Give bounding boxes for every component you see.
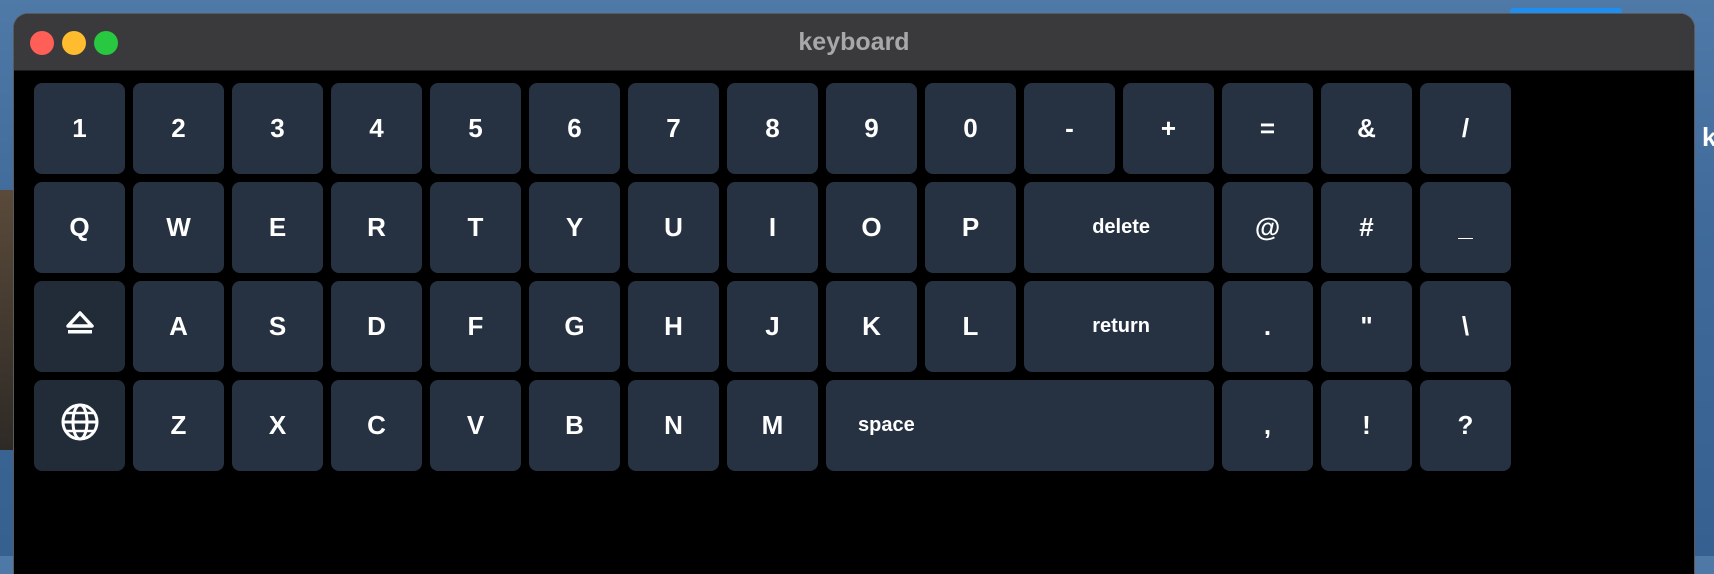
key-2[interactable]: 2 [133, 83, 224, 174]
key-x[interactable]: X [232, 380, 323, 471]
return-key[interactable]: return [1024, 281, 1214, 372]
key-period[interactable]: . [1222, 281, 1313, 372]
key-ampersand[interactable]: & [1321, 83, 1412, 174]
key-f[interactable]: F [430, 281, 521, 372]
key-6[interactable]: 6 [529, 83, 620, 174]
key-9[interactable]: 9 [826, 83, 917, 174]
desktop-rock [0, 190, 14, 450]
key-1[interactable]: 1 [34, 83, 125, 174]
key-m[interactable]: M [727, 380, 818, 471]
window-title: keyboard [798, 28, 910, 56]
key-at[interactable]: @ [1222, 182, 1313, 273]
delete-key[interactable]: delete [1024, 182, 1214, 273]
key-slash[interactable]: / [1420, 83, 1511, 174]
shift-key[interactable] [34, 281, 125, 372]
key-j[interactable]: J [727, 281, 818, 372]
key-v[interactable]: V [430, 380, 521, 471]
key-r[interactable]: R [331, 182, 422, 273]
key-plus[interactable]: + [1123, 83, 1214, 174]
desktop-edge-text: k [1702, 122, 1714, 152]
key-minus[interactable]: - [1024, 83, 1115, 174]
key-h[interactable]: H [628, 281, 719, 372]
shift-icon [65, 308, 95, 345]
key-7[interactable]: 7 [628, 83, 719, 174]
key-y[interactable]: Y [529, 182, 620, 273]
key-hash[interactable]: # [1321, 182, 1412, 273]
key-underscore[interactable]: _ [1420, 182, 1511, 273]
key-o[interactable]: O [826, 182, 917, 273]
key-p[interactable]: P [925, 182, 1016, 273]
key-a[interactable]: A [133, 281, 224, 372]
key-q[interactable]: Q [34, 182, 125, 273]
key-double-quote[interactable]: " [1321, 281, 1412, 372]
keyboard-window: keyboard 1 2 3 4 5 6 7 8 9 0 - + = & / Q… [14, 14, 1694, 574]
key-4[interactable]: 4 [331, 83, 422, 174]
key-comma[interactable]: , [1222, 380, 1313, 471]
key-0[interactable]: 0 [925, 83, 1016, 174]
key-b[interactable]: B [529, 380, 620, 471]
key-5[interactable]: 5 [430, 83, 521, 174]
titlebar[interactable]: keyboard [14, 14, 1694, 71]
key-w[interactable]: W [133, 182, 224, 273]
key-g[interactable]: G [529, 281, 620, 372]
key-backslash[interactable]: \ [1420, 281, 1511, 372]
key-n[interactable]: N [628, 380, 719, 471]
key-equals[interactable]: = [1222, 83, 1313, 174]
key-c[interactable]: C [331, 380, 422, 471]
key-t[interactable]: T [430, 182, 521, 273]
key-l[interactable]: L [925, 281, 1016, 372]
key-u[interactable]: U [628, 182, 719, 273]
globe-key[interactable] [34, 380, 125, 471]
key-s[interactable]: S [232, 281, 323, 372]
key-question[interactable]: ? [1420, 380, 1511, 471]
space-key[interactable]: space [826, 380, 1214, 471]
key-3[interactable]: 3 [232, 83, 323, 174]
key-exclamation[interactable]: ! [1321, 380, 1412, 471]
key-8[interactable]: 8 [727, 83, 818, 174]
key-e[interactable]: E [232, 182, 323, 273]
key-k[interactable]: K [826, 281, 917, 372]
globe-icon [60, 402, 100, 449]
key-i[interactable]: I [727, 182, 818, 273]
key-d[interactable]: D [331, 281, 422, 372]
key-z[interactable]: Z [133, 380, 224, 471]
